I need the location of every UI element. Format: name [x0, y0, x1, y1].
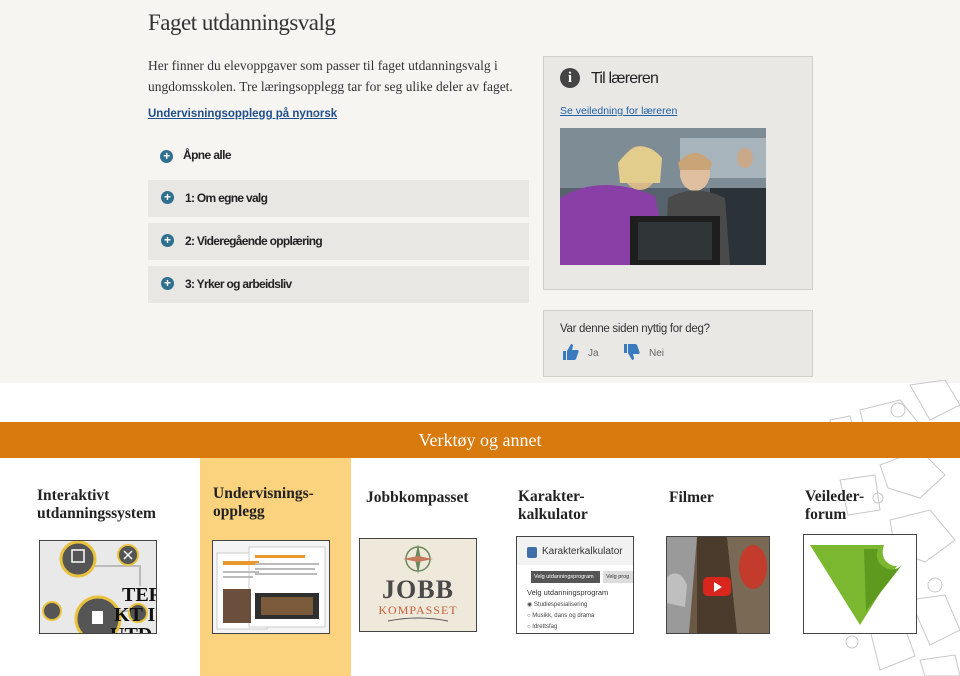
tool-label-line2: forum	[805, 506, 847, 523]
play-icon[interactable]	[703, 577, 731, 596]
kalk-option: ○ Idrettsfag	[527, 622, 594, 633]
open-all-button[interactable]: + Åpne alle	[160, 148, 232, 163]
thumb-overlay-text: TER KT I UTDANNI	[110, 584, 156, 633]
jobb-logo-sub: KOMPASSET	[378, 603, 458, 617]
plus-icon: +	[161, 277, 174, 290]
tool-undervisningsopplegg[interactable]: Undervisnings- opplegg	[213, 485, 314, 521]
tool-jobbkompasset[interactable]: Jobbkompasset	[366, 489, 469, 507]
tools-header-bar: Verktøy og annet	[0, 422, 960, 458]
chevron-right-icon: ›	[312, 106, 317, 121]
kalk-tab: Velg prog	[603, 571, 633, 583]
overlay-line: UTDANNI	[110, 625, 156, 633]
tool-karakterkalkulator[interactable]: Karakter- kalkulator	[518, 488, 588, 524]
calculator-icon	[527, 547, 537, 558]
main-content: Faget utdanningsvalg Her finner du elevo…	[0, 0, 960, 383]
nynorsk-link[interactable]: Undervisningsopplegg på nynorsk	[148, 108, 337, 120]
info-icon: i	[560, 68, 580, 88]
thumb-interaktivt-utdanningssystem[interactable]: TER KT I UTDANNI	[39, 540, 157, 634]
tool-veilederforum[interactable]: Veileder- forum	[805, 488, 864, 524]
kalk-option-label: Studiespesialisering	[533, 602, 588, 608]
tool-interaktivt-utdanningssystem[interactable]: Interaktivt utdanningssystem	[37, 487, 156, 523]
teacher-panel: i Til læreren Se veiledning for læreren	[543, 56, 813, 290]
thumb-jobbkompasset[interactable]: JOBB KOMPASSET	[359, 538, 477, 632]
jobb-logo-main: JOBB	[382, 575, 454, 604]
thumb-karakterkalkulator[interactable]: Karakterkalkulator Velg utdanningsprogra…	[516, 536, 634, 634]
tool-filmer[interactable]: Filmer	[669, 489, 714, 507]
overlay-line: TER	[122, 584, 156, 606]
kalk-options: ◉ Studiespesialisering ○ Musikk, dans og…	[527, 600, 594, 633]
radio-icon: ◉	[527, 602, 533, 608]
accordion-item-om-egne-valg[interactable]: + 1: Om egne valg	[148, 180, 529, 217]
tool-label-line1: Karakter-	[518, 488, 585, 505]
feedback-yes-button[interactable]: Ja	[562, 343, 599, 366]
tools-header-title: Verktøy og annet	[418, 430, 542, 450]
accordion-item-yrker[interactable]: + 3: Yrker og arbeidsliv	[148, 266, 529, 303]
feedback-yes-label: Ja	[588, 348, 599, 359]
feedback-question: Var denne siden nyttig for deg?	[560, 323, 710, 335]
accordion-label: 1: Om egne valg	[185, 191, 268, 205]
kalk-option: ◉ Studiespesialisering	[527, 600, 594, 611]
tool-label-line1: Jobbkompasset	[366, 489, 469, 506]
feedback-box: Var denne siden nyttig for deg? Ja Nei	[543, 310, 813, 377]
thumb-undervisningsopplegg[interactable]	[212, 540, 330, 634]
kalk-option-label: Musikk, dans og drama	[532, 613, 595, 619]
teacher-photo[interactable]	[560, 128, 766, 265]
radio-icon: ○	[527, 624, 531, 630]
kalk-title: Karakterkalkulator	[542, 546, 623, 557]
plus-icon: +	[161, 234, 174, 247]
plus-icon: +	[160, 150, 173, 163]
kalk-option-label: Idrettsfag	[532, 624, 558, 630]
radio-icon: ○	[527, 613, 531, 619]
thumb-filmer[interactable]	[666, 536, 770, 634]
tool-label-line2: kalkulator	[518, 506, 588, 523]
accordion-label: 3: Yrker og arbeidsliv	[185, 277, 292, 291]
intro-text: Her finner du elevoppgaver som passer ti…	[148, 58, 513, 94]
tool-label-line2: opplegg	[213, 503, 265, 520]
thumbs-up-icon	[562, 344, 580, 365]
tool-label-line2: utdanningssystem	[37, 505, 156, 522]
thumb-veilederforum[interactable]	[803, 534, 917, 634]
kalk-option: ○ Musikk, dans og drama	[527, 611, 594, 622]
tool-label-line1: Filmer	[669, 489, 714, 506]
open-all-label: Åpne alle	[183, 148, 232, 162]
veilederforum-logo-icon	[810, 545, 910, 625]
teacher-panel-title: Til læreren	[591, 70, 659, 87]
tool-label-line1: Veileder-	[805, 488, 865, 505]
thumbs-down-icon	[623, 344, 641, 365]
teacher-guide-link[interactable]: Se veiledning for læreren	[560, 105, 677, 117]
page-title: Faget utdanningsvalg	[148, 10, 336, 35]
accordion-label: 2: Videregående opplæring	[185, 234, 323, 248]
kalk-heading: Velg utdanningsprogram	[527, 588, 609, 597]
tool-label-line1: Undervisnings-	[213, 485, 314, 502]
accordion-item-videregaende[interactable]: + 2: Videregående opplæring	[148, 223, 529, 260]
plus-icon: +	[161, 191, 174, 204]
tool-label-line1: Interaktivt	[37, 487, 110, 504]
kalk-tab-active: Velg utdanningsprogram	[531, 571, 600, 583]
overlay-line: KT I	[114, 604, 156, 626]
feedback-no-button[interactable]: Nei	[623, 343, 664, 366]
feedback-no-label: Nei	[649, 348, 665, 359]
